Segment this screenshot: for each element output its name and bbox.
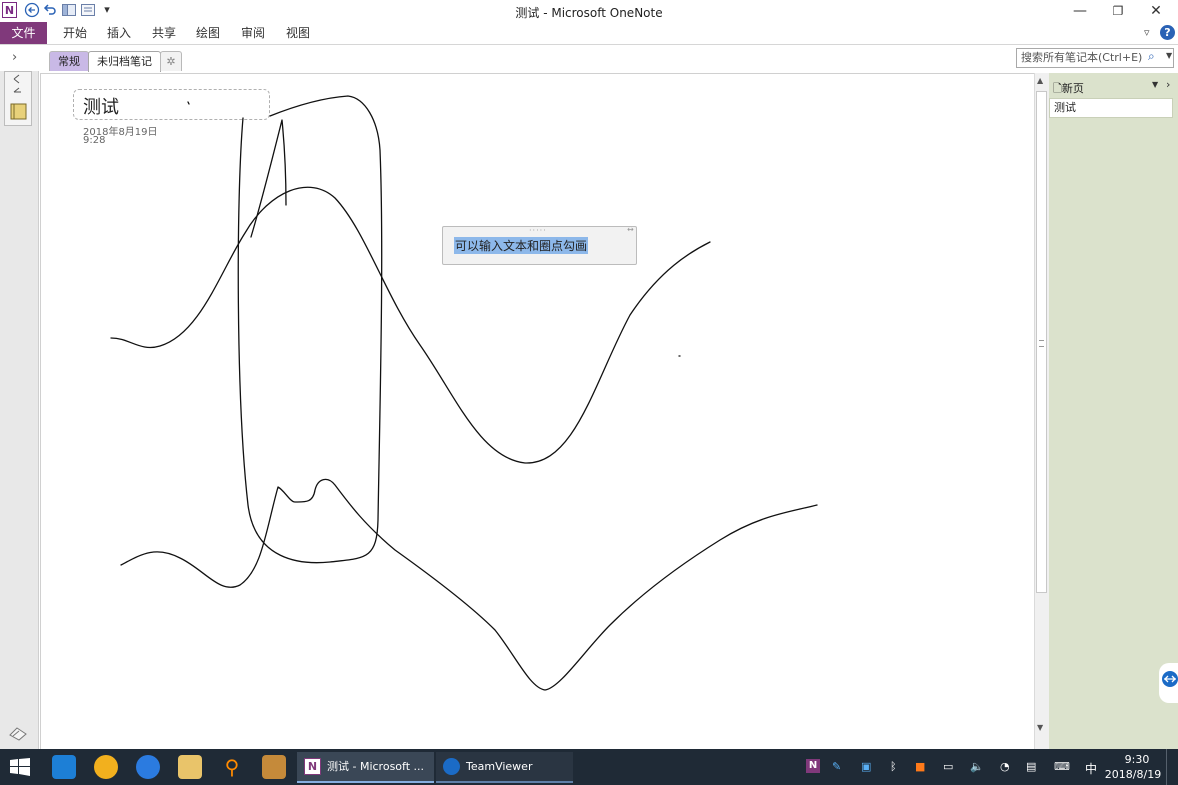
clock-date[interactable]: 2018/8/19 xyxy=(1103,768,1163,781)
thumb-grip-icon xyxy=(1039,340,1044,347)
tray-app-2-icon[interactable]: ▣ xyxy=(861,760,871,773)
taskbar-app-1-icon[interactable] xyxy=(52,755,76,779)
clock-time[interactable]: 9:30 xyxy=(1112,753,1162,766)
new-page-icon: 🗋 xyxy=(1053,82,1062,95)
onenote-taskbar-icon: N xyxy=(304,758,321,775)
taskbar-app-2-icon[interactable] xyxy=(94,755,118,779)
minimize-button[interactable]: — xyxy=(1060,0,1100,22)
ink-stroke-hook xyxy=(250,119,287,238)
ink-stroke-lower xyxy=(120,478,818,691)
ribbon-collapse-icon[interactable]: ▿ xyxy=(1144,26,1150,39)
close-button[interactable]: ✕ xyxy=(1136,0,1176,22)
note-text[interactable]: 可以输入文本和圈点勾画 xyxy=(454,237,589,254)
tray-app-icon[interactable]: ✎ xyxy=(832,760,841,773)
taskbar-teamviewer-label: TeamViewer xyxy=(466,760,533,773)
ink-stroke-loop xyxy=(237,95,383,564)
restore-button[interactable]: ❐ xyxy=(1098,0,1138,22)
volume-icon[interactable]: 🔈 xyxy=(970,760,984,773)
ink-stroke-tick xyxy=(187,101,190,105)
collapse-panel-icon[interactable]: › xyxy=(1166,78,1170,91)
taskbar-teamviewer-window[interactable]: TeamViewer xyxy=(436,752,573,783)
new-page-label: 新页 xyxy=(1061,82,1084,95)
show-desktop-button[interactable] xyxy=(1166,749,1167,785)
tray-onenote-icon[interactable]: N xyxy=(806,759,820,773)
note-resize-handle[interactable]: ↔ xyxy=(627,225,634,234)
bluetooth-icon[interactable]: ᛒ xyxy=(890,760,897,773)
action-center-icon[interactable]: ▤ xyxy=(1026,760,1036,773)
teamviewer-side-tab[interactable] xyxy=(1159,663,1178,703)
taskbar-onenote-label: 测试 - Microsoft ... xyxy=(327,760,425,773)
keyboard-icon[interactable]: ⌨ xyxy=(1054,760,1070,773)
taskbar-app-3-icon[interactable] xyxy=(262,755,286,779)
page-list-item[interactable]: 测试 xyxy=(1049,98,1173,118)
network-icon[interactable]: ◔ xyxy=(1000,760,1010,773)
scroll-down-icon[interactable]: ▼ xyxy=(1037,723,1043,732)
search-icon[interactable]: ⌕ xyxy=(1148,49,1155,64)
windows-start-icon[interactable] xyxy=(10,758,30,779)
battery-icon[interactable]: ▭ xyxy=(943,760,953,773)
scroll-up-icon[interactable]: ▲ xyxy=(1037,76,1043,85)
help-icon[interactable]: ? xyxy=(1160,25,1175,40)
search-app-icon[interactable]: ⚲ xyxy=(220,755,244,779)
taskbar-browser-icon[interactable] xyxy=(136,755,160,779)
ink-drawing[interactable] xyxy=(0,0,1034,749)
note-drag-handle[interactable]: ····· xyxy=(529,226,547,235)
taskbar-onenote-window[interactable]: N 测试 - Microsoft ... xyxy=(297,752,434,783)
ime-indicator[interactable]: 中 xyxy=(1085,760,1097,777)
new-page-button[interactable]: 🗋新页 xyxy=(1053,80,1084,99)
search-scope-dropdown-icon[interactable]: ▼ xyxy=(1166,51,1172,60)
teamviewer-taskbar-icon xyxy=(443,758,460,775)
page-panel-dropdown-icon[interactable]: ▼ xyxy=(1152,80,1158,89)
taskbar: ⚲ N 测试 - Microsoft ... TeamViewer N ✎ ▣ … xyxy=(0,749,1178,785)
file-explorer-icon[interactable] xyxy=(178,755,202,779)
tray-app-3-icon[interactable]: ■ xyxy=(915,760,925,773)
scrollbar-thumb[interactable] xyxy=(1036,91,1047,593)
page-list-panel: ▼ › xyxy=(1049,73,1178,749)
